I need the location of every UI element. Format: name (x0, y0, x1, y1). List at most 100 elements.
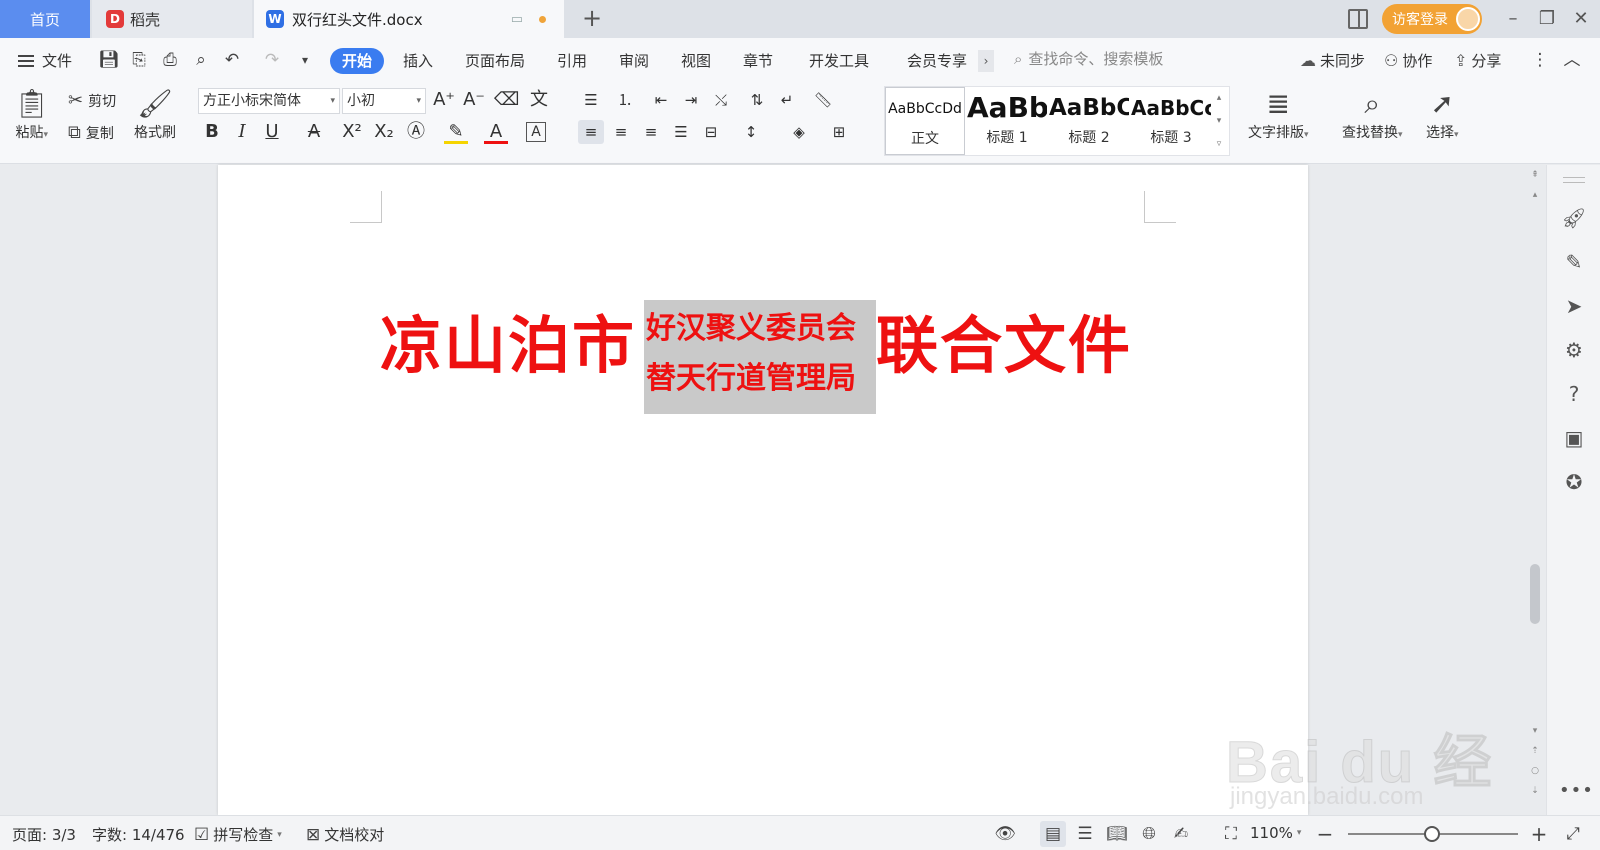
next-page-icon[interactable]: ⇣ (1528, 784, 1542, 798)
show-marks-icon[interactable]: ↵ (774, 88, 800, 112)
previous-page-icon[interactable]: ⇡ (1528, 744, 1542, 758)
sliders-icon[interactable]: ⚙ (1561, 337, 1587, 363)
monitor-icon[interactable]: ▭ (511, 12, 523, 27)
clear-format-icon[interactable]: ⌫ (494, 88, 519, 112)
eye-protection-icon[interactable]: 👁︎ (992, 821, 1018, 847)
tab-review[interactable]: 审阅 (616, 48, 652, 74)
header-right-text[interactable]: 联合文件 (876, 306, 1132, 386)
header-stack-line-1[interactable]: 好汉聚义委员会 (644, 304, 876, 354)
subscript-icon[interactable]: X₂ (372, 120, 396, 144)
text-effect-icon[interactable]: Ⓐ (404, 120, 428, 144)
select-browse-object-icon[interactable]: ○ (1528, 764, 1542, 778)
style-normal[interactable]: AaBbCcDd 正文 (885, 87, 965, 155)
chinese-layout-icon[interactable]: ⤯ (708, 88, 734, 112)
shading-icon[interactable]: ◈ (786, 120, 812, 144)
document-page[interactable]: 凉山泊市 好汉聚义委员会 替天行道管理局 联合文件 (218, 165, 1308, 815)
web-view-icon[interactable]: 🌐︎ (1136, 821, 1162, 847)
phonetic-guide-icon[interactable]: 文 (524, 88, 554, 112)
restore-button[interactable]: ❐ (1532, 4, 1562, 34)
cut-button[interactable]: ✂ 剪切 (68, 90, 116, 111)
collaborate-button[interactable]: ⚇ 协作 (1384, 50, 1432, 71)
distributed-align-icon[interactable]: ⊟ (698, 120, 724, 144)
zoom-out-icon[interactable]: − (1312, 821, 1338, 847)
header-two-line-text-selected[interactable]: 好汉聚义委员会 替天行道管理局 (644, 300, 876, 414)
tab-start[interactable]: 开始 (330, 48, 384, 74)
undo-icon[interactable]: ↶ (222, 50, 242, 70)
increase-indent-icon[interactable]: ⇥ (678, 88, 704, 112)
decrease-indent-icon[interactable]: ⇤ (648, 88, 674, 112)
tab-references[interactable]: 引用 (554, 48, 590, 74)
align-right-icon[interactable]: ≡ (638, 120, 664, 144)
scroll-up-icon[interactable]: ▴ (1528, 188, 1542, 202)
header-left-text[interactable]: 凉山泊市 (380, 306, 636, 386)
share-button[interactable]: ⇪ 分享 (1454, 50, 1501, 71)
style-heading-2[interactable]: AaBbC 标题 2 (1049, 87, 1129, 155)
page-view-icon[interactable]: ▤ (1040, 821, 1066, 847)
write-view-icon[interactable]: ✍ (1168, 821, 1194, 847)
superscript-icon[interactable]: X² (340, 120, 364, 144)
scroll-down-icon[interactable]: ▾ (1528, 724, 1542, 738)
menu-more-button[interactable]: › (978, 50, 994, 72)
tab-view[interactable]: 视图 (678, 48, 714, 74)
paste-button[interactable]: 📋︎ 粘贴▾ (14, 86, 50, 142)
font-color-icon[interactable]: A (484, 120, 508, 144)
scroll-top-icon[interactable]: ⇞ (1528, 168, 1542, 182)
document-scrollbar[interactable]: ⇞ ▴ ▾ ⇡ ○ ⇣ (1526, 168, 1544, 808)
sync-status-button[interactable]: ☁ 未同步 (1300, 50, 1365, 71)
chevron-up-icon[interactable]: ▴ (1217, 93, 1222, 103)
copy-button[interactable]: ⧉ 复制 (68, 122, 114, 143)
select-button[interactable]: ➚ 选择▾ (1426, 86, 1459, 142)
window-layout-icon[interactable] (1348, 9, 1368, 29)
collapse-ribbon-icon[interactable]: ︿ (1562, 50, 1582, 70)
character-border-icon[interactable]: A (526, 122, 546, 142)
line-spacing-icon[interactable]: ↕ (738, 120, 764, 144)
underline-icon[interactable]: U (260, 120, 284, 144)
page-indicator[interactable]: 页面: 3/3 (12, 824, 76, 845)
strikethrough-icon[interactable]: A (302, 120, 326, 144)
spell-check-button[interactable]: ☑ 拼写检查 ▾ (194, 824, 282, 845)
sort-icon[interactable]: ⇅ (744, 88, 770, 112)
format-painter-button[interactable]: 🖌︎ 格式刷 (134, 86, 176, 142)
zoom-slider-knob[interactable] (1424, 826, 1440, 842)
zoom-level-dropdown[interactable]: 110% ▾ (1250, 824, 1301, 842)
text-layout-button[interactable]: ≣ 文字排版▾ (1248, 86, 1309, 142)
align-left-icon[interactable]: ≡ (578, 120, 604, 144)
italic-icon[interactable]: I (230, 120, 254, 144)
reading-view-icon[interactable]: 📖︎ (1104, 821, 1130, 847)
compass-icon[interactable]: ✪ (1561, 469, 1587, 495)
command-search[interactable]: ⌕ 查找命令、搜索模板 (1014, 48, 1163, 69)
fullscreen-icon[interactable]: ⤢ (1560, 821, 1586, 847)
highlight-icon[interactable]: ✎ (444, 120, 468, 144)
tab-home[interactable]: 首页 (0, 0, 90, 38)
align-center-icon[interactable]: ≡ (608, 120, 634, 144)
tab-member-exclusive[interactable]: 会员专享 (904, 48, 970, 74)
style-gallery-scroll[interactable]: ▴ ▾ ▿ (1210, 86, 1228, 156)
word-count[interactable]: 字数: 14/476 (92, 824, 185, 845)
font-name-select[interactable]: 方正小标宋简体 ▾ (198, 88, 340, 114)
redo-icon[interactable]: ↷ (262, 50, 282, 70)
chevron-down-icon[interactable]: ▾ (1217, 116, 1222, 126)
fit-page-icon[interactable]: ⛶ (1218, 821, 1244, 847)
minimize-button[interactable]: – (1498, 4, 1528, 34)
file-menu[interactable]: 文件 (18, 50, 72, 71)
header-stack-line-2[interactable]: 替天行道管理局 (644, 354, 876, 404)
ruler-icon[interactable]: 📏︎ (810, 88, 836, 112)
zoom-in-icon[interactable]: + (1526, 821, 1552, 847)
image-tool-icon[interactable]: ▣ (1561, 425, 1587, 451)
quick-access-dropdown-icon[interactable]: ▾ (295, 50, 315, 70)
scrollbar-thumb[interactable] (1530, 564, 1540, 624)
style-heading-3[interactable]: AaBbCc 标题 3 (1131, 87, 1211, 155)
close-button[interactable]: ✕ (1566, 4, 1596, 34)
more-dots-icon[interactable]: ••• (1559, 780, 1594, 801)
visitor-login-button[interactable]: 访客登录 (1382, 4, 1482, 34)
add-tab-button[interactable]: + (578, 5, 606, 33)
print-preview-icon[interactable]: ⌕ (191, 50, 211, 70)
style-heading-1[interactable]: AaBb 标题 1 (967, 87, 1047, 155)
bullet-list-icon[interactable]: ☰ (578, 88, 604, 112)
more-options-icon[interactable]: ⋮ (1530, 50, 1550, 70)
red-header-title[interactable]: 凉山泊市 好汉聚义委员会 替天行道管理局 联合文件 (380, 300, 1150, 420)
pen-icon[interactable]: ✎ (1561, 249, 1587, 275)
panel-grip[interactable] (1563, 177, 1585, 183)
justify-icon[interactable]: ☰ (668, 120, 694, 144)
font-size-select[interactable]: 小初 ▾ (342, 88, 426, 114)
